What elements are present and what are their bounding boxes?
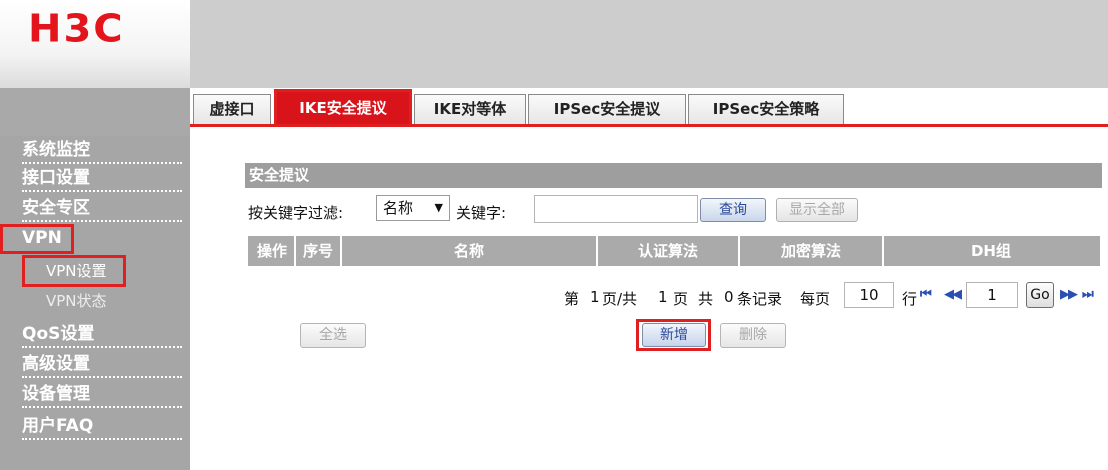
brand-logo: H3C — [28, 7, 125, 51]
page: H3C 系统监控 接口设置 安全专区 VPN VPN设置 VPN状态 QoS设置… — [0, 0, 1108, 470]
row-label: 行 — [902, 290, 918, 308]
column-header-name: 名称 — [342, 236, 598, 266]
records-label: 条记录 — [737, 290, 783, 308]
sidebar-item-monitor[interactable]: 系统监控 — [22, 136, 182, 164]
column-header-auth: 认证算法 — [598, 236, 740, 266]
next-page-icon[interactable]: ▶▶ — [1060, 287, 1078, 302]
sidebar-item-faq[interactable]: 用户FAQ — [22, 412, 182, 440]
keyword-input[interactable] — [534, 195, 698, 223]
tab-ipsec-proposal[interactable]: IPSec安全提议 — [528, 94, 686, 124]
paging-total-prefix: 页/共 — [602, 290, 638, 308]
filter-select[interactable]: 名称 ▼ — [376, 195, 450, 221]
logo-area: H3C — [0, 0, 190, 88]
paging-prefix: 第 — [564, 290, 580, 308]
current-page: 1 — [590, 288, 600, 306]
column-header-encryption: 加密算法 — [740, 236, 884, 266]
total-pages: 1 — [658, 288, 668, 306]
tab-ike-peer[interactable]: IKE对等体 — [414, 94, 526, 124]
show-all-button[interactable]: 显示全部 — [776, 198, 858, 222]
paging-total-suffix: 页 — [673, 290, 689, 308]
tab-ike-proposal[interactable]: IKE安全提议 — [274, 89, 412, 127]
paging-total-label: 共 — [698, 290, 714, 308]
prev-page-icon[interactable]: ◀◀ — [944, 287, 962, 302]
first-page-icon[interactable]: ⏮ — [920, 287, 932, 302]
go-button[interactable]: Go — [1026, 282, 1054, 308]
sidebar-item-advanced[interactable]: 高级设置 — [22, 350, 182, 378]
query-button[interactable]: 查询 — [700, 198, 766, 222]
chevron-down-icon: ▼ — [434, 201, 443, 214]
sidebar-subitem-vpn-status[interactable]: VPN状态 — [46, 290, 107, 312]
tab-virtual-interface[interactable]: 虚接口 — [193, 94, 271, 124]
sidebar-item-qos[interactable]: QoS设置 — [22, 320, 182, 348]
sidebar-top — [0, 88, 190, 136]
vpn-highlight-box — [0, 224, 74, 254]
delete-button[interactable]: 删除 — [720, 323, 786, 348]
per-page-input[interactable]: 10 — [844, 282, 894, 308]
sidebar-item-security[interactable]: 安全专区 — [22, 194, 182, 222]
add-highlight-box — [636, 319, 711, 351]
filter-select-value: 名称 — [383, 199, 414, 217]
filter-label: 按关键字过滤: — [248, 204, 344, 222]
sidebar-item-interface[interactable]: 接口设置 — [22, 164, 182, 192]
column-header-dh: DH组 — [970, 242, 1011, 260]
column-header-action: 操作 — [250, 236, 296, 266]
goto-page-input[interactable]: 1 — [966, 282, 1018, 308]
keyword-label: 关键字: — [456, 204, 507, 222]
last-page-icon[interactable]: ⏭ — [1082, 287, 1094, 302]
vpn-settings-highlight-box — [22, 255, 126, 287]
per-page-label: 每页 — [800, 290, 831, 308]
tab-underline — [190, 124, 1108, 127]
select-all-button[interactable]: 全选 — [300, 323, 366, 348]
column-header-index: 序号 — [296, 236, 342, 266]
tab-ipsec-policy[interactable]: IPSec安全策略 — [688, 94, 844, 124]
record-count: 0 — [724, 288, 734, 306]
sidebar-item-device[interactable]: 设备管理 — [22, 380, 182, 408]
section-title: 安全提议 — [245, 163, 1102, 188]
